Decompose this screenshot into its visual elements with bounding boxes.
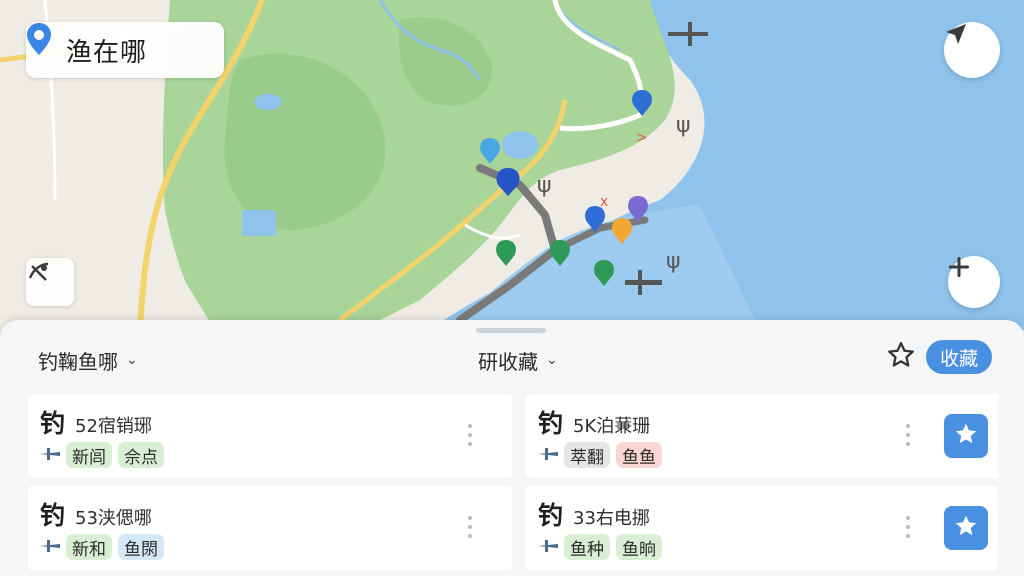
airplane-icon <box>40 538 60 557</box>
filter-dropdown-left[interactable]: 钓鞠鱼哪 ⌄ <box>38 338 138 382</box>
bottom-sheet: 钓鞠鱼哪 ⌄ 研收藏 ⌄ 收藏 钓 52宿销琊 新闾 佘点 钓 5K泊蒹珊 萃翻… <box>0 320 1024 576</box>
spot-name: 52宿销琊 <box>75 416 152 437</box>
svg-text:x: x <box>600 194 608 210</box>
spot-tag: 新和 <box>66 534 112 560</box>
filter-dropdown-mid[interactable]: 研收藏 ⌄ <box>478 338 558 382</box>
star-icon <box>953 421 979 451</box>
airplane-icon <box>40 446 60 465</box>
drag-handle-icon[interactable] <box>466 424 474 446</box>
svg-text:ψ: ψ <box>676 113 691 138</box>
spot-card[interactable]: 钓 52宿销琊 新闾 佘点 <box>28 394 512 478</box>
spot-row: 钓 53浃偲哪 新和 鱼閖 钓 33右电挪 鱼种 鱼晌 <box>28 486 998 570</box>
favorites-button[interactable]: 收藏 <box>925 340 992 374</box>
fishing-icon: 钓 <box>40 409 66 438</box>
chevron-down-icon: ⌄ <box>546 352 558 368</box>
drag-handle-icon[interactable] <box>904 424 912 446</box>
svg-text:>: > <box>636 130 648 146</box>
spot-tag: 鱼种 <box>564 534 610 560</box>
zoom-in-button[interactable] <box>948 256 1000 308</box>
spot-name: 5K泊蒹珊 <box>573 416 651 437</box>
svg-text:ψ: ψ <box>666 249 681 274</box>
sheet-header: 钓鞠鱼哪 ⌄ 研收藏 ⌄ 收藏 <box>0 338 1024 382</box>
spot-card[interactable]: 钓 53浃偲哪 新和 鱼閖 <box>28 486 512 570</box>
favorite-star-button[interactable] <box>944 506 988 550</box>
spot-card[interactable]: 钓 33右电挪 鱼种 鱼晌 <box>526 486 998 570</box>
chevron-down-icon: ⌄ <box>126 352 138 368</box>
spot-tag: 佘点 <box>118 442 164 468</box>
spot-row: 钓 52宿销琊 新闾 佘点 钓 5K泊蒹珊 萃翻 鱼鱼 <box>28 394 998 478</box>
svg-text:ψ: ψ <box>537 173 552 198</box>
favorite-star-button[interactable] <box>944 414 988 458</box>
airplane-icon <box>538 446 558 465</box>
star-icon <box>953 513 979 543</box>
fishing-icon: 钓 <box>538 409 564 438</box>
spot-tag: 新闾 <box>66 442 112 468</box>
favorite-controls: 收藏 <box>886 340 992 374</box>
spot-card[interactable]: 钓 5K泊蒹珊 萃翻 鱼鱼 <box>526 394 998 478</box>
layer-toggle-button[interactable] <box>26 258 74 306</box>
spot-tag: 鱼晌 <box>616 534 662 560</box>
drag-handle-icon[interactable] <box>466 516 474 538</box>
spot-name: 33右电挪 <box>573 508 650 529</box>
location-title-pill[interactable]: 渔在哪 <box>26 22 224 78</box>
map-view[interactable]: ψ ψ ψ > x - <box>0 0 1024 330</box>
filter-left-label: 钓鞠鱼哪 <box>38 349 118 374</box>
fishing-icon: 钓 <box>40 501 66 530</box>
drag-handle-icon[interactable] <box>904 516 912 538</box>
airplane-icon <box>538 538 558 557</box>
sheet-drag-handle[interactable] <box>476 328 546 333</box>
spot-name: 53浃偲哪 <box>75 508 152 529</box>
star-outline-icon[interactable] <box>886 340 916 374</box>
spot-tag: 鱼鱼 <box>616 442 662 468</box>
spot-tag: 鱼閖 <box>118 534 164 560</box>
app-title: 渔在哪 <box>66 37 148 68</box>
filter-mid-label: 研收藏 <box>478 349 538 374</box>
spot-tag: 萃翻 <box>564 442 610 468</box>
navigate-button[interactable] <box>944 22 1000 78</box>
fishing-icon: 钓 <box>538 501 564 530</box>
